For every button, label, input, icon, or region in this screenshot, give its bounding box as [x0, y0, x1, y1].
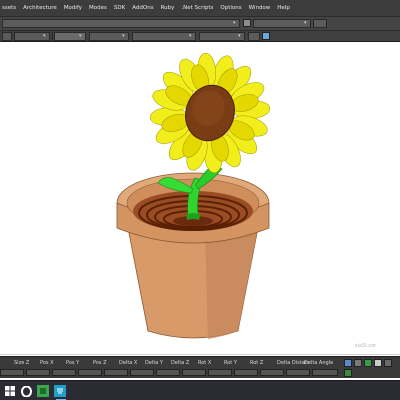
menu-help[interactable]: Help — [277, 5, 290, 11]
toolbar-row-2: ▾ ▾ ▾ ▾ ▾ — [0, 30, 400, 42]
menu-modes[interactable]: Modes — [89, 5, 107, 11]
input-rot-x[interactable] — [208, 369, 232, 376]
input-pos-y[interactable] — [78, 369, 102, 376]
chevron-down-icon: ▾ — [79, 33, 82, 39]
input-rot-y[interactable] — [234, 369, 258, 376]
status-icon-1[interactable] — [344, 359, 352, 367]
style-combo[interactable]: ▾ — [54, 32, 86, 41]
input-delta-x[interactable] — [130, 369, 154, 376]
input-delta-y[interactable] — [156, 369, 180, 376]
os-taskbar — [0, 380, 400, 400]
input-pos-x[interactable] — [52, 369, 76, 376]
app-green-icon[interactable] — [37, 385, 49, 397]
chevron-down-icon: ▾ — [43, 33, 46, 39]
chevron-down-icon: ▾ — [189, 33, 192, 39]
menu-bar: ssets Architecture Modify Modes SDK AddO… — [0, 0, 400, 16]
menu-window[interactable]: Window — [249, 5, 271, 11]
opera-icon[interactable] — [20, 385, 32, 397]
label-pos-x: Pos X — [40, 360, 54, 366]
menu-addons[interactable]: AddOns — [132, 5, 153, 11]
viewport-canvas — [116, 52, 271, 339]
status-icon-3[interactable] — [364, 359, 372, 367]
menu-assets[interactable]: ssets — [2, 5, 16, 11]
coordinate-label-bar: Size Z Pos X Pos Y Pos Z Delta X Delta Y… — [0, 356, 400, 368]
label-rot-x: Rot X — [198, 360, 212, 366]
menu-modify[interactable]: Modify — [64, 5, 82, 11]
input-size-z[interactable] — [26, 369, 50, 376]
app-blue-icon[interactable] — [54, 385, 66, 397]
label-delta-x: Delta X — [119, 360, 138, 366]
status-icon-4[interactable] — [374, 359, 382, 367]
menu-net-scripts[interactable]: .Net Scripts — [181, 5, 213, 11]
weight-combo[interactable] — [248, 32, 260, 41]
menu-ruby[interactable]: Ruby — [161, 5, 175, 11]
label-pos-z: Pos Z — [93, 360, 107, 366]
view-combo[interactable]: ▾ — [14, 32, 50, 41]
label-rot-y: Rot Y — [224, 360, 237, 366]
status-icon-6[interactable] — [344, 369, 352, 377]
command-combo[interactable]: ▾ — [2, 19, 240, 28]
pick-cursor-icon[interactable] — [243, 19, 251, 27]
menu-sdk[interactable]: SDK — [114, 5, 125, 11]
menu-architecture[interactable]: Architecture — [23, 5, 57, 11]
layer-combo[interactable]: ▾ — [253, 19, 311, 28]
label-delta-angle: Delta Angle — [304, 360, 334, 366]
toolbar-row-1: ▾ ▾ — [0, 16, 400, 30]
label-rot-z: Rot Z — [250, 360, 264, 366]
menu-options[interactable]: Options — [220, 5, 241, 11]
chevron-down-icon: ▾ — [122, 33, 125, 39]
input-delta-distance[interactable] — [286, 369, 310, 376]
status-icon-2[interactable] — [354, 359, 362, 367]
chevron-down-icon: ▾ — [304, 20, 307, 26]
pen-combo[interactable]: ▾ — [89, 32, 129, 41]
small-combo[interactable] — [313, 19, 327, 28]
chevron-down-icon: ▾ — [238, 33, 241, 39]
label-delta-z: Delta Z — [171, 360, 190, 366]
label-delta-y: Delta Y — [145, 360, 163, 366]
label-pos-y: Pos Y — [66, 360, 80, 366]
input-rot-z[interactable] — [260, 369, 284, 376]
windows-icon[interactable] — [4, 385, 16, 397]
status-icon-5[interactable] — [384, 359, 392, 367]
input-pos-z[interactable] — [104, 369, 128, 376]
linetype-combo[interactable]: ▾ — [199, 32, 245, 41]
snap-combo[interactable] — [2, 32, 12, 41]
input-delta-angle[interactable] — [312, 369, 338, 376]
settings-icon[interactable] — [262, 32, 270, 40]
label-size-z: Size Z — [14, 360, 30, 366]
3d-viewport[interactable]: sixSI.cor — [0, 43, 400, 355]
sunflower-head — [149, 52, 271, 174]
separator — [52, 32, 53, 41]
input-delta-z[interactable] — [182, 369, 206, 376]
coordinate-input-bar — [0, 368, 400, 378]
watermark-text: sixSI.cor — [355, 343, 377, 349]
color-combo[interactable]: ▾ — [132, 32, 196, 41]
input-size-y[interactable] — [0, 369, 24, 376]
chevron-down-icon: ▾ — [233, 20, 236, 26]
